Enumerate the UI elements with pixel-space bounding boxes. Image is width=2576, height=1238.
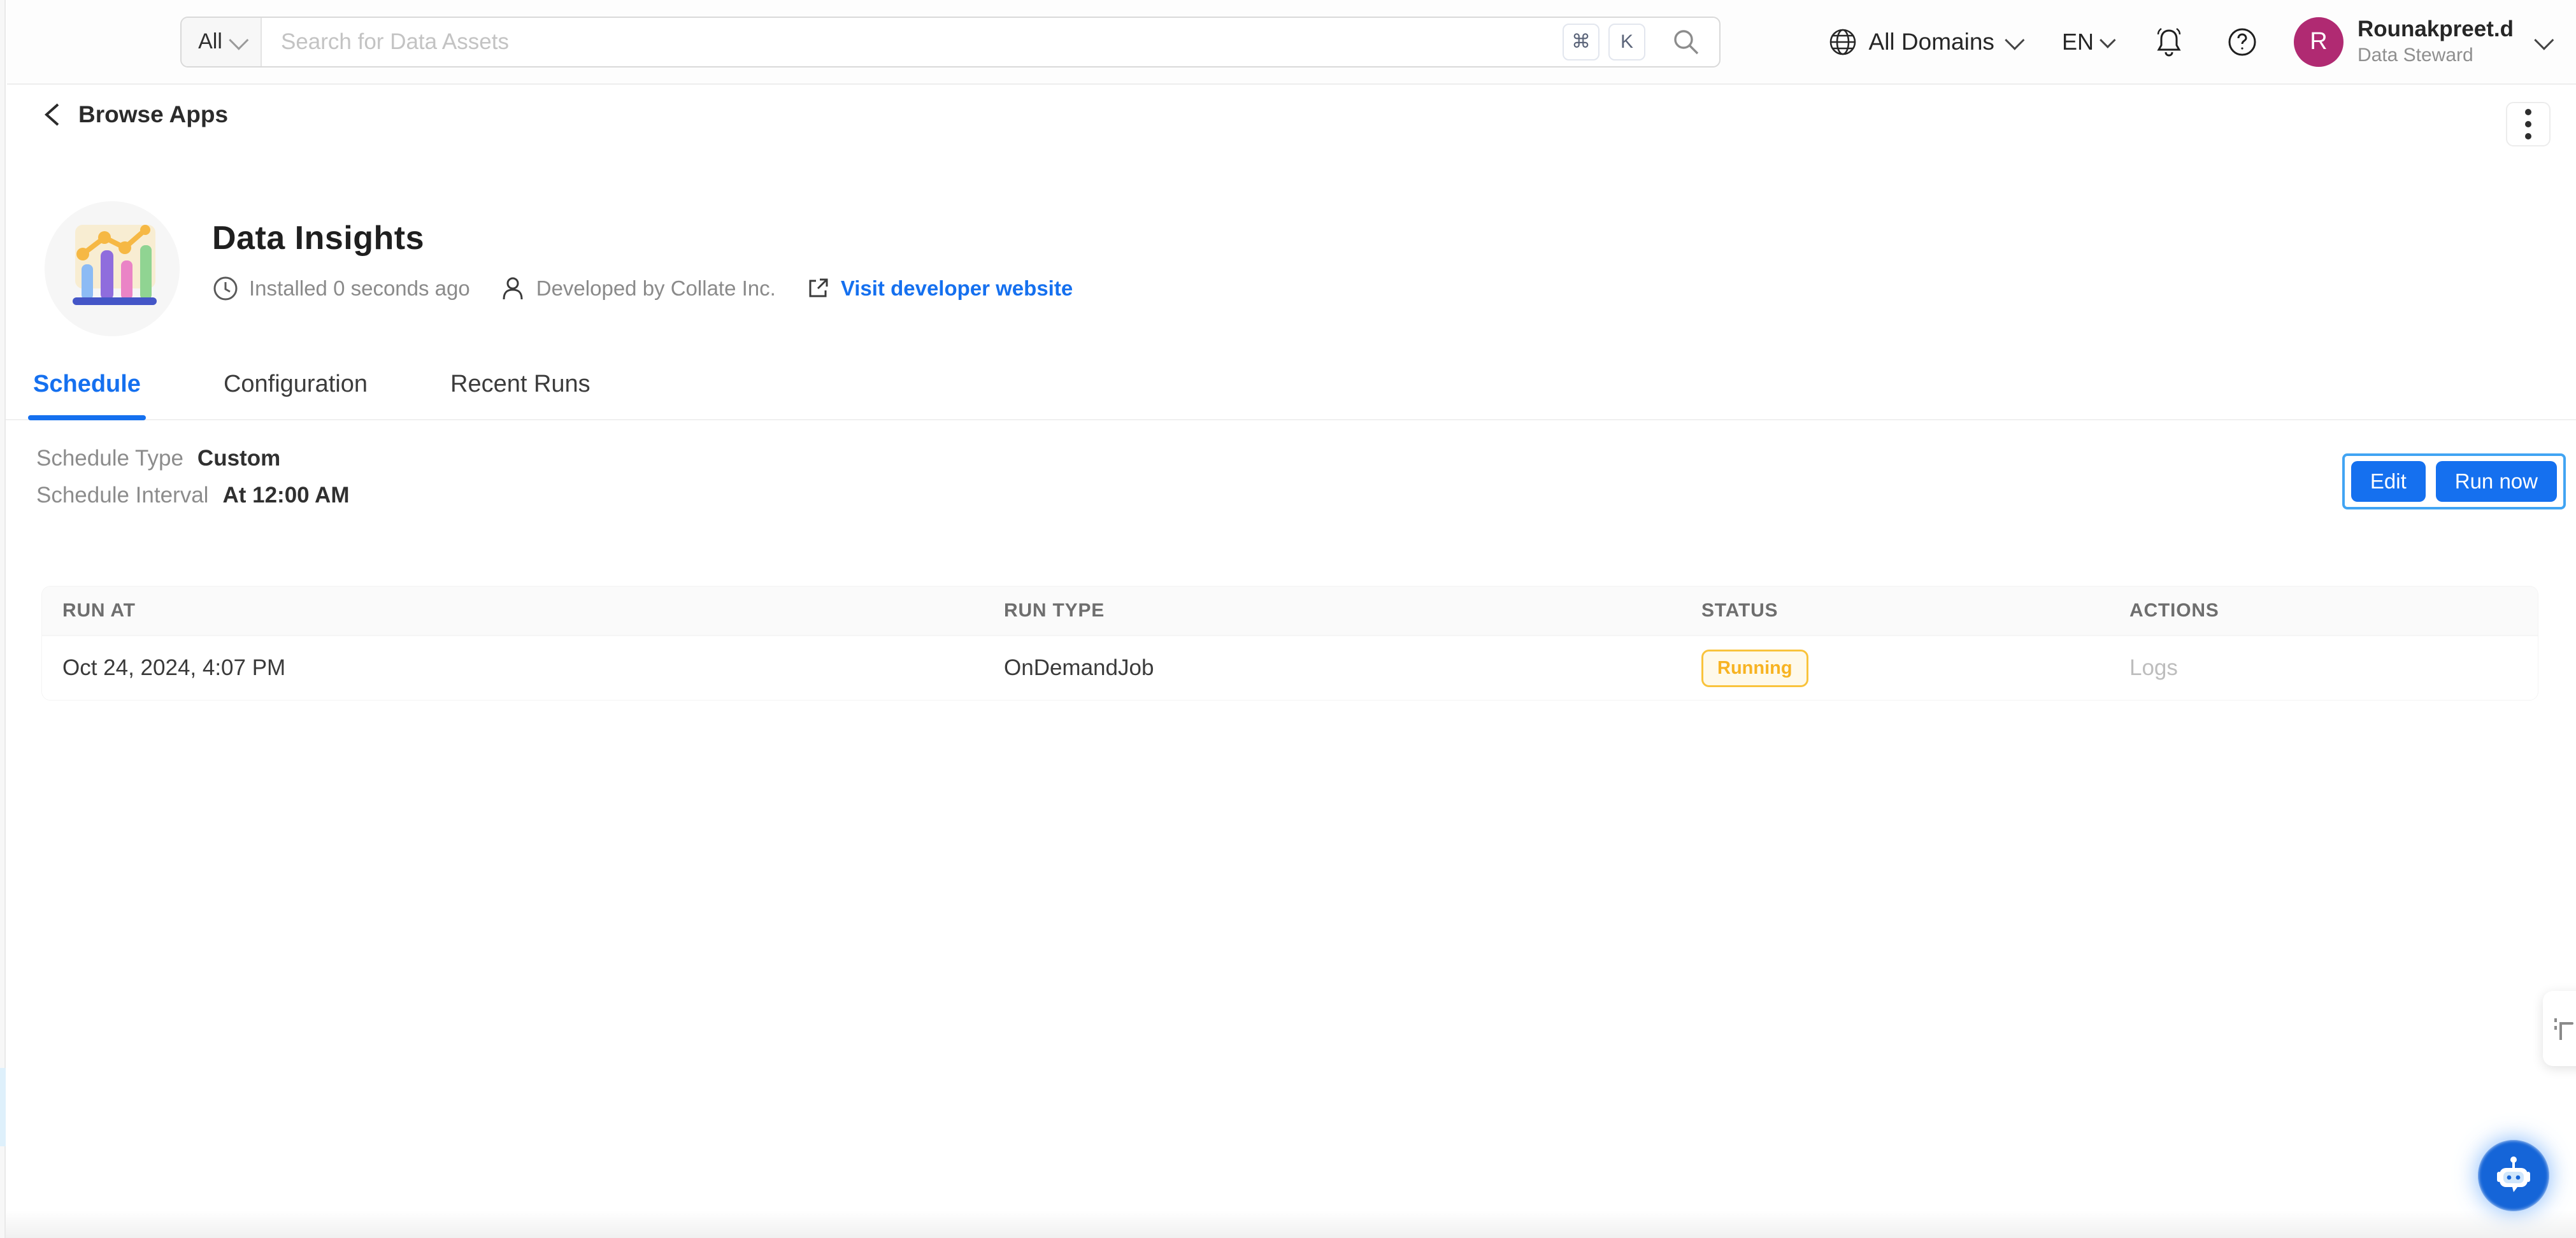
notifications-bell-icon[interactable]	[2152, 25, 2186, 59]
table-row: Oct 24, 2024, 4:07 PM OnDemandJob Runnin…	[42, 635, 2538, 700]
app-meta-row: Installed 0 seconds ago Developed by Col…	[212, 275, 1073, 302]
column-run-type: RUN TYPE	[1004, 600, 1701, 622]
column-status: STATUS	[1701, 600, 2129, 622]
user-menu[interactable]: R Rounakpreet.d Data Steward	[2294, 16, 2549, 68]
status-badge: Running	[1701, 650, 1808, 687]
search-scope-label: All	[198, 29, 222, 54]
collapsed-side-widget[interactable]	[2543, 991, 2576, 1066]
user-role: Data Steward	[2358, 43, 2514, 68]
global-search: All ⌘ K	[180, 17, 1721, 68]
search-input[interactable]	[262, 29, 1563, 55]
developer-info: Developed by Collate Inc.	[499, 275, 776, 302]
language-dropdown[interactable]: EN	[2062, 29, 2112, 55]
schedule-type-label: Schedule Type	[36, 446, 183, 471]
back-to-browse-apps-link[interactable]: Browse Apps	[41, 101, 228, 129]
app-logo	[45, 201, 180, 336]
chevron-down-icon	[2100, 32, 2115, 48]
domains-label: All Domains	[1869, 29, 1994, 55]
edit-button[interactable]: Edit	[2351, 461, 2426, 502]
installed-text: Installed 0 seconds ago	[249, 276, 470, 301]
help-icon[interactable]	[2226, 26, 2258, 58]
chevron-down-icon	[229, 30, 248, 50]
cmd-key-badge: ⌘	[1563, 24, 1599, 60]
schedule-actions-group: Edit Run now	[2342, 453, 2566, 509]
column-run-at: RUN AT	[62, 600, 1004, 622]
chevron-down-icon	[2534, 30, 2554, 50]
column-actions: ACTIONS	[2129, 600, 2538, 622]
bottom-edge-shadow	[0, 1210, 2576, 1238]
search-icon[interactable]	[1671, 27, 1701, 57]
tab-configuration[interactable]: Configuration	[224, 360, 368, 419]
language-label: EN	[2062, 29, 2094, 55]
chevron-left-icon	[41, 101, 63, 129]
data-insights-app-page: All ⌘ K	[0, 0, 2576, 1238]
schedule-interval-label: Schedule Interval	[36, 483, 208, 508]
run-now-button[interactable]: Run now	[2436, 461, 2557, 502]
sidebar-active-indicator	[0, 1068, 6, 1146]
recent-runs-table: RUN AT RUN TYPE STATUS ACTIONS Oct 24, 2…	[41, 586, 2538, 701]
user-name: Rounakpreet.d	[2358, 16, 2514, 43]
status-cell: Running	[1701, 650, 2129, 687]
table-header-row: RUN AT RUN TYPE STATUS ACTIONS	[42, 587, 2538, 635]
actions-cell: Logs	[2129, 655, 2538, 681]
topbar-right-cluster: All Domains EN	[1828, 16, 2549, 68]
domains-dropdown[interactable]: All Domains	[1828, 27, 2020, 57]
chatbot-button[interactable]	[2478, 1140, 2549, 1211]
app-tabs: Schedule Configuration Recent Runs	[0, 360, 2576, 420]
tab-schedule[interactable]: Schedule	[33, 360, 141, 419]
developer-website-label: Visit developer website	[841, 276, 1073, 301]
avatar: R	[2294, 17, 2343, 67]
global-topbar: All ⌘ K	[7, 0, 2576, 85]
schedule-summary: Schedule Type Custom Schedule Interval A…	[36, 446, 349, 520]
developer-website-link[interactable]: Visit developer website	[805, 276, 1073, 301]
schedule-interval-value: At 12:00 AM	[222, 483, 349, 508]
collapsed-sidebar[interactable]	[0, 0, 6, 1238]
run-at-cell: Oct 24, 2024, 4:07 PM	[62, 655, 1004, 681]
globe-icon	[1828, 27, 1857, 57]
app-options-kebab-button[interactable]	[2506, 102, 2551, 146]
installed-info: Installed 0 seconds ago	[212, 275, 470, 302]
k-key-badge: K	[1608, 24, 1645, 60]
page-title: Data Insights	[212, 219, 424, 257]
robot-icon	[2491, 1153, 2537, 1199]
person-icon	[499, 275, 526, 302]
schedule-type-value: Custom	[197, 446, 280, 471]
run-type-cell: OnDemandJob	[1004, 655, 1701, 681]
clock-icon	[212, 275, 239, 302]
external-link-icon	[805, 276, 831, 301]
chevron-down-icon	[2005, 30, 2024, 50]
search-scope-dropdown[interactable]: All	[182, 18, 262, 66]
developer-text: Developed by Collate Inc.	[536, 276, 776, 301]
logs-link[interactable]: Logs	[2129, 655, 2178, 680]
tab-recent-runs[interactable]: Recent Runs	[450, 360, 590, 419]
back-label: Browse Apps	[78, 101, 228, 128]
